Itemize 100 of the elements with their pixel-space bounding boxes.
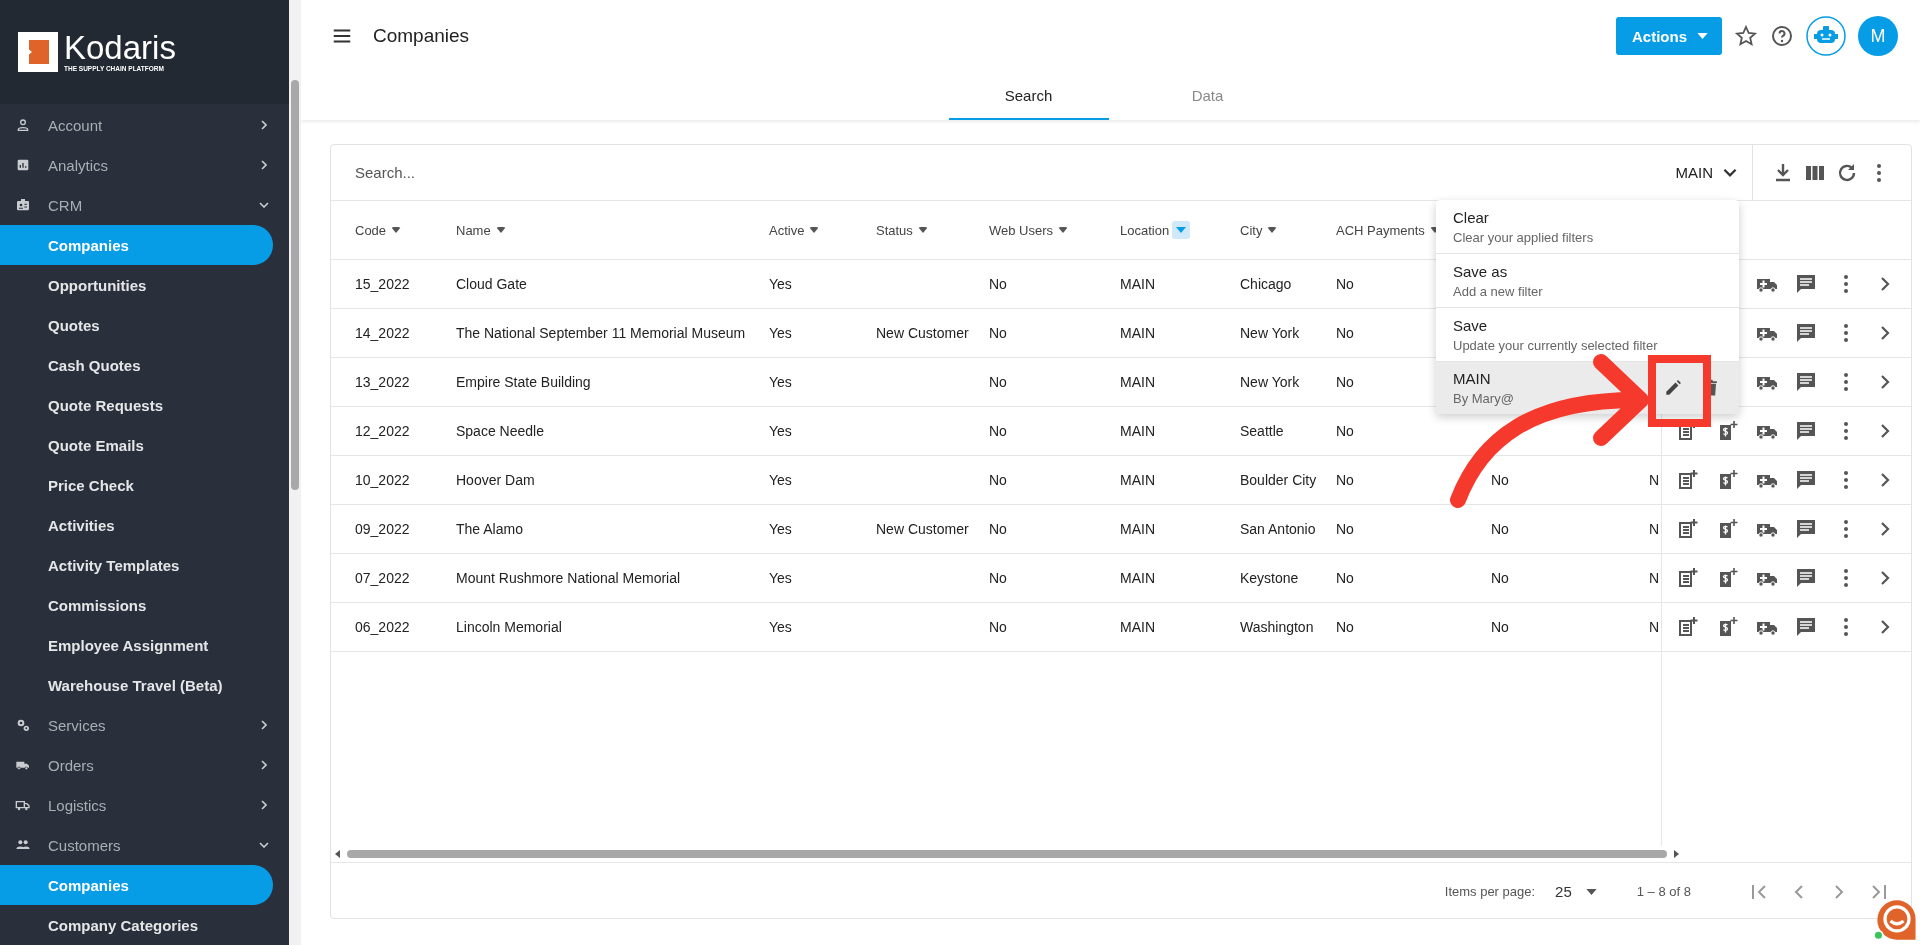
nav-item[interactable]: Orders [0, 745, 289, 785]
tab[interactable]: Data [1127, 72, 1288, 120]
menu-item-subtitle: Update your currently selected filter [1453, 337, 1659, 353]
table-cell: 13_2022 [355, 374, 410, 390]
nav-item[interactable]: Warehouse Travel (Beta) [0, 665, 273, 705]
table-cell: MAIN [1120, 619, 1155, 635]
tab[interactable]: Search [948, 72, 1109, 120]
menu-item-subtitle: Clear your applied filters [1453, 229, 1595, 245]
table-cell: 10_2022 [355, 472, 410, 488]
table-cell: Yes [769, 521, 792, 537]
nav-item[interactable]: Quote Requests [0, 385, 273, 425]
table-cell: The National September 11 Memorial Museum [456, 325, 746, 341]
nav-item[interactable]: Customers [0, 825, 289, 865]
menu-item-subtitle: Add a new filter [1453, 283, 1544, 299]
menu-item-title: Save [1453, 316, 1489, 334]
column-header[interactable]: Code [355, 222, 387, 238]
table-cell: No [1336, 570, 1354, 586]
menu-item-subtitle: By Mary@ [1453, 391, 1515, 406]
table-cell: No [1336, 521, 1354, 537]
nav-item[interactable]: Logistics [0, 785, 289, 825]
table-cell: No [989, 423, 1007, 439]
table-cell: Chicago [1240, 276, 1292, 292]
menu-item[interactable]: Save as Add a new filter [1436, 254, 1739, 308]
logo-name: Kodaris [64, 31, 176, 65]
table-cell: 15_2022 [355, 276, 410, 292]
nav-item[interactable]: Analytics [0, 145, 289, 185]
table-cell: Yes [769, 325, 792, 341]
column-header[interactable]: Web Users [989, 222, 1054, 238]
column-header[interactable]: Location [1120, 222, 1170, 238]
menu-item-title: Clear [1453, 208, 1490, 226]
table-cell: Seattle [1240, 423, 1284, 439]
table-cell: MAIN [1120, 374, 1155, 390]
table-cell: MAIN [1120, 276, 1155, 292]
nav-item[interactable]: Account [0, 105, 289, 145]
nav-item[interactable]: Activity Templates [0, 545, 273, 585]
table-cell: Yes [769, 570, 792, 586]
nav-item[interactable]: Quotes [0, 305, 273, 345]
nav-item[interactable]: Commissions [0, 585, 273, 625]
table-cell: 06_2022 [355, 619, 410, 635]
table-cell: MAIN [1120, 325, 1155, 341]
table-cell: Cloud Gate [456, 276, 527, 292]
table-cell: No [989, 521, 1007, 537]
table-cell: No [989, 374, 1007, 390]
table-cell: No [1336, 423, 1354, 439]
table-cell: No [1336, 325, 1354, 341]
column-header[interactable]: Status [876, 222, 913, 238]
table-cell: No [989, 325, 1007, 341]
nav-item[interactable]: Activities [0, 505, 273, 545]
table-cell: Hoover Dam [456, 472, 535, 488]
table-cell: Yes [769, 276, 792, 292]
table-cell: Yes [769, 374, 792, 390]
column-header[interactable]: Name [456, 222, 491, 238]
table-cell: MAIN [1120, 423, 1155, 439]
menu-item[interactable]: Clear Clear your applied filters [1436, 200, 1739, 254]
nav-item[interactable]: Cash Quotes [0, 345, 273, 385]
nav-item[interactable]: Services [0, 705, 289, 745]
nav-item[interactable]: Opportunities [0, 265, 273, 305]
table-cell: Lincoln Memorial [456, 619, 562, 635]
table-cell: N [1649, 619, 1660, 635]
table-cell: MAIN [1120, 570, 1155, 586]
table-cell: Keystone [1240, 570, 1299, 586]
table-cell: Mount Rushmore National Memorial [456, 570, 681, 586]
table-cell: No [1336, 374, 1354, 390]
table-cell: N [1649, 472, 1660, 488]
page-size-label: Items per page: [1444, 884, 1536, 899]
nav-item[interactable]: Price Check [0, 465, 273, 505]
page-size-select[interactable]: 25 [1555, 883, 1597, 900]
table-cell: San Antonio [1240, 521, 1316, 537]
table-cell: Yes [769, 423, 792, 439]
table-cell: No [989, 570, 1007, 586]
table-cell: No [1491, 521, 1509, 537]
column-header[interactable]: ACH Payments [1336, 222, 1425, 238]
nav-item[interactable]: Company Categories [0, 905, 273, 945]
menu-item-title: Save as [1453, 262, 1509, 280]
nav-item[interactable]: Quote Emails [0, 425, 273, 465]
table-cell: 12_2022 [355, 423, 410, 439]
table-cell: Space Needle [456, 423, 544, 439]
menu-item-title: MAIN [1453, 370, 1492, 387]
table-cell: N [1649, 570, 1660, 586]
table-cell: Washington [1240, 619, 1314, 635]
nav-item[interactable]: Employee Assignment [0, 625, 273, 665]
nav-item[interactable]: CRM [0, 185, 289, 225]
table-cell: No [1491, 619, 1509, 635]
column-header[interactable]: City [1240, 222, 1263, 238]
table-cell: No [1336, 276, 1354, 292]
table-cell: 07_2022 [355, 570, 410, 586]
table-cell: New York [1240, 325, 1300, 341]
column-header[interactable]: Active [769, 222, 805, 238]
table-cell: No [989, 276, 1007, 292]
page-title: Companies [373, 25, 470, 47]
page-range: 1 – 8 of 8 [1636, 884, 1691, 899]
table-cell: New Customer [876, 325, 969, 341]
table-cell: Empire State Building [456, 374, 591, 390]
table-cell: No [1336, 472, 1354, 488]
table-cell: No [989, 619, 1007, 635]
table-cell: Boulder City [1240, 472, 1317, 488]
table-cell: No [989, 472, 1007, 488]
table-cell: 14_2022 [355, 325, 410, 341]
table-cell: MAIN [1120, 521, 1155, 537]
table-cell: New York [1240, 374, 1300, 390]
